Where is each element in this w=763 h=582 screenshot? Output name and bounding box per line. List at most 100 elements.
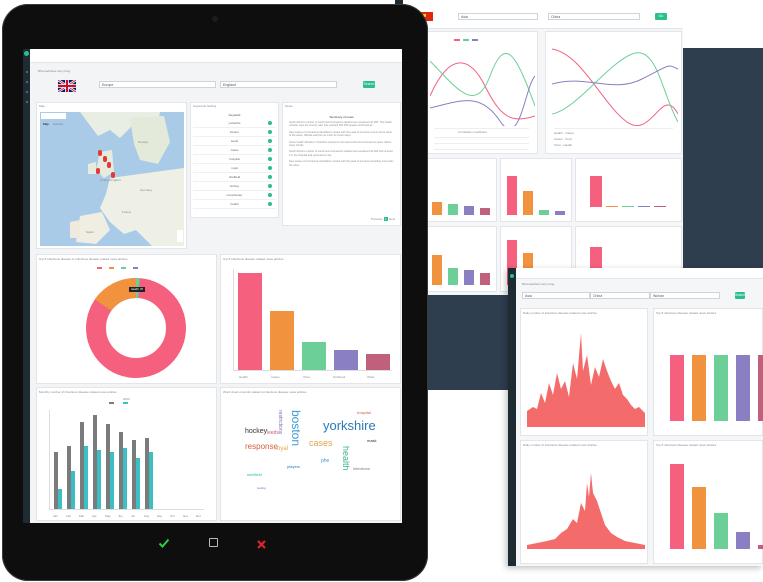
keyword-row[interactable]: leeds [193, 137, 276, 146]
nav-icon[interactable] [26, 91, 28, 93]
bar [123, 447, 127, 509]
bar [97, 449, 101, 509]
map-pin-icon[interactable] [96, 168, 100, 174]
bar [758, 545, 763, 549]
check-icon[interactable] [268, 139, 272, 143]
map-pin-icon[interactable] [107, 162, 111, 168]
word: hockey [245, 428, 268, 435]
x-tick-label: Jul [131, 514, 135, 518]
news-heading: Summary of news [329, 115, 354, 119]
cross-icon[interactable] [256, 537, 267, 549]
bar [136, 457, 140, 509]
country-select[interactable]: England [220, 81, 337, 88]
keyword-row[interactable]: boston [193, 128, 276, 137]
check-icon[interactable] [268, 175, 272, 179]
check-icon[interactable] [268, 184, 272, 188]
nav-icon[interactable] [26, 81, 28, 83]
bar [714, 513, 728, 549]
legend-swatch [121, 267, 126, 269]
country-select[interactable]: China [548, 13, 640, 20]
x-tick-label: Outbreak [333, 375, 346, 379]
keyword-row[interactable]: royal [193, 164, 276, 173]
news-paragraph: New cases of coronavirus identified in s… [289, 130, 392, 138]
map-pin-icon[interactable] [98, 150, 102, 156]
news-paragraph: South Africa's number of confirmed coron… [289, 121, 392, 128]
chart-tooltip: Health: 78 [129, 287, 145, 292]
bar-chart-panel: Top 5 Infectious disease related news ar… [220, 254, 401, 384]
nav-icon[interactable] [26, 71, 28, 73]
table-header: Keyword [228, 113, 241, 117]
map-label: United Kingdom [100, 178, 122, 182]
top-right-screenshot: Asia China Go Correlation coefficient He… [395, 0, 683, 295]
check-icon[interactable] [268, 193, 272, 197]
region-select[interactable]: Europe [99, 81, 216, 88]
bar-chart-panel-4: Top 5 infectious disease related news ar… [653, 440, 763, 564]
pager-prev[interactable]: Previous [371, 217, 383, 221]
line-chart [552, 48, 678, 126]
word: yorkshire [323, 418, 376, 433]
map-type-tabs: Map Satellite [41, 113, 66, 126]
bar [692, 486, 706, 549]
pager-next[interactable]: Next [389, 217, 395, 221]
region-select[interactable]: Asia [522, 292, 590, 299]
bar [480, 272, 490, 285]
keyword-row[interactable]: health [193, 200, 276, 209]
check-icon[interactable] [268, 157, 272, 161]
check-icon[interactable] [268, 166, 272, 170]
check-icon[interactable] [268, 121, 272, 125]
line-chart-panel-2: Health - Cases Cases - Virus Virus - Hea… [545, 31, 682, 154]
word: health [341, 446, 351, 471]
dark-backdrop [683, 48, 763, 270]
keyword-row[interactable]: cases [193, 146, 276, 155]
search-button[interactable]: Search [735, 292, 746, 299]
keyword-row[interactable]: yorkshire [193, 119, 276, 128]
bar [302, 341, 326, 370]
legend-swatch [133, 267, 138, 269]
bar-panel-c [575, 158, 682, 222]
tablet-camera [212, 16, 218, 22]
go-button[interactable]: Go [655, 13, 667, 20]
map-pin-icon[interactable] [103, 156, 107, 162]
panel-title: Keywords Setting [193, 104, 217, 108]
word: testing [257, 486, 266, 490]
legend-swatch [109, 402, 114, 404]
keyword-row[interactable]: manchester [193, 191, 276, 200]
keyword-row[interactable]: sheffield [193, 173, 276, 182]
city-select[interactable]: Wuhan [650, 292, 720, 299]
check-icon[interactable] [268, 148, 272, 152]
bar [507, 176, 517, 215]
x-tick-label: Apr [92, 514, 97, 518]
plot-area [233, 269, 392, 371]
donut-chart-panel: Top 5 Infectious disease in Infectious d… [36, 254, 217, 384]
search-button[interactable]: Search [363, 81, 375, 88]
country-select[interactable]: China [590, 292, 650, 299]
keyword-row[interactable]: hospital [193, 155, 276, 164]
legend-swatch [472, 39, 478, 41]
monthly-chart-panel: Monthly number of infectious disease rel… [36, 387, 217, 521]
x-tick-label: Jun [118, 514, 123, 518]
checkmark-icon[interactable] [158, 536, 170, 548]
check-icon[interactable] [268, 130, 272, 134]
series-line [430, 75, 535, 126]
tab-satellite[interactable]: Satellite [51, 122, 66, 126]
pager-page[interactable]: 1 [384, 217, 388, 221]
table-row [434, 137, 529, 138]
news-paragraph: New cases of coronavirus identified in s… [289, 160, 394, 167]
region-select[interactable]: Asia [458, 13, 538, 20]
bar [654, 206, 666, 207]
x-tick-label: Sep [157, 514, 163, 518]
tab-map[interactable]: Map [41, 122, 51, 126]
keyword-row[interactable]: hockey [193, 182, 276, 191]
nav-icon[interactable] [26, 101, 28, 103]
map-view[interactable]: Map Satellite United Kingdom Germany Fran… [40, 112, 184, 246]
bar [555, 210, 565, 215]
x-tick-label: Nov [183, 514, 189, 518]
bar [432, 201, 442, 215]
zoom-control[interactable] [177, 230, 183, 242]
word-cloud-panel: Word cloud of words related to infectiou… [220, 387, 401, 521]
bar [448, 204, 458, 215]
sidebar [508, 268, 516, 566]
check-icon[interactable] [268, 202, 272, 206]
square-icon[interactable] [209, 538, 218, 547]
map-label: Norway [138, 140, 149, 144]
